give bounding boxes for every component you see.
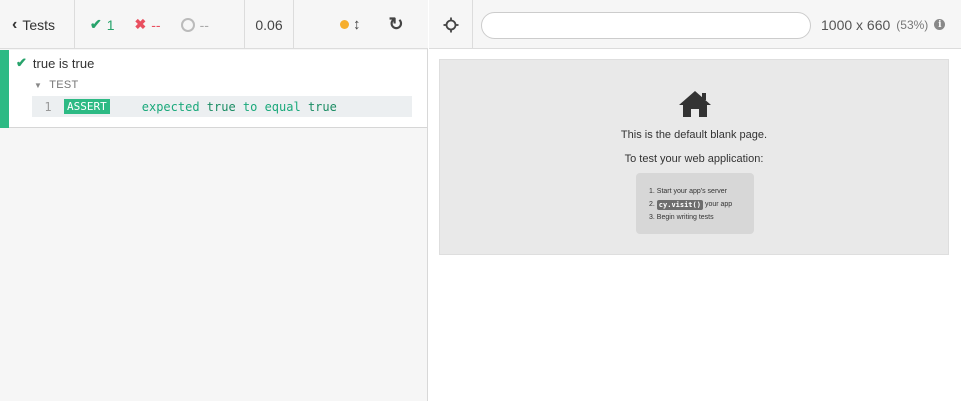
pending-ring-icon	[180, 17, 195, 32]
viewport-scale: (53%)	[896, 17, 929, 32]
test-runnable[interactable]: ✔ true is true ▼ TEST 1 ASSERT expected …	[0, 50, 427, 128]
caret-down-icon: ▼	[34, 80, 43, 90]
home-icon	[679, 91, 711, 117]
reporter-header: ‹ Tests ✔ 1 ✖ -- -- 0.06 ↕ ↻	[0, 0, 428, 49]
pending-stat[interactable]: --	[180, 16, 209, 33]
duration: 0.06	[244, 0, 294, 49]
list-item: 1. Start your app's server	[649, 185, 754, 198]
step-text: Begin writing tests	[656, 214, 714, 221]
msg-part: true	[206, 99, 236, 114]
hook-header[interactable]: ▼ TEST	[34, 79, 79, 91]
check-icon: ✔	[90, 16, 102, 32]
url-bar[interactable]	[481, 12, 811, 39]
x-icon: ✖	[134, 16, 147, 32]
running-dot-icon	[340, 20, 349, 29]
default-blank-page: This is the default blank page. To test …	[439, 59, 949, 255]
aut-header: 1000 x 660 (53%) i	[429, 0, 961, 49]
info-icon[interactable]: i	[934, 19, 946, 30]
step-number: 2.	[649, 201, 655, 208]
pass-indicator-bar	[0, 50, 9, 128]
tests-back-button[interactable]: ‹ Tests	[0, 0, 74, 49]
resize-icon[interactable]: ↕	[353, 16, 361, 33]
aut-iframe: This is the default blank page. To test …	[429, 50, 961, 401]
list-item: 3. Begin writing tests	[649, 211, 754, 224]
reporter-panel: ‹ Tests ✔ 1 ✖ -- -- 0.06 ↕ ↻ ✔ true is t…	[0, 0, 428, 401]
command-row[interactable]: 1 ASSERT expected true to equal true	[32, 96, 412, 117]
blank-page-heading: This is the default blank page.	[620, 129, 768, 141]
failed-count: --	[151, 16, 161, 33]
step-text: Start your app's server	[656, 188, 727, 195]
selector-playground-button[interactable]	[429, 0, 473, 49]
msg-part: true	[307, 99, 337, 114]
crosshair-icon	[443, 17, 458, 32]
list-item: 2. cy.visit() your app	[649, 198, 754, 211]
command-number: 1	[44, 99, 52, 114]
restart-icon[interactable]: ↻	[389, 14, 404, 35]
step-number: 3.	[649, 214, 655, 221]
msg-part: expected	[141, 99, 207, 114]
step-text: your app	[704, 201, 733, 208]
steps-list: 1. Start your app's server 2. cy.visit()…	[636, 173, 754, 234]
blank-page-subheading: To test your web application:	[624, 153, 764, 165]
pending-count: --	[199, 16, 209, 33]
msg-part: to equal	[235, 99, 308, 114]
passed-count: 1	[106, 16, 115, 33]
step-code: cy.visit()	[656, 199, 703, 210]
hook-label: TEST	[49, 79, 79, 91]
command-message: expected true to equal true	[142, 100, 337, 114]
stats-bar: ✔ 1 ✖ -- --	[74, 0, 244, 49]
viewport-size: 1000 x 660	[821, 16, 891, 33]
passed-stat[interactable]: ✔ 1	[90, 16, 115, 33]
test-title-text: true is true	[32, 55, 95, 71]
tests-label: Tests	[22, 16, 56, 33]
cypress-runner: ‹ Tests ✔ 1 ✖ -- -- 0.06 ↕ ↻ ✔ true is t…	[0, 0, 961, 401]
step-number: 1.	[649, 188, 655, 195]
failed-stat[interactable]: ✖ --	[135, 16, 161, 33]
controls: ↕ ↻	[294, 0, 428, 49]
command-name-badge: ASSERT	[64, 99, 110, 114]
check-icon: ✔	[16, 55, 27, 70]
viewport-info: 1000 x 660 (53%) i	[821, 0, 946, 49]
chevron-left-icon: ‹	[12, 15, 18, 33]
test-title[interactable]: ✔ true is true	[16, 55, 94, 71]
